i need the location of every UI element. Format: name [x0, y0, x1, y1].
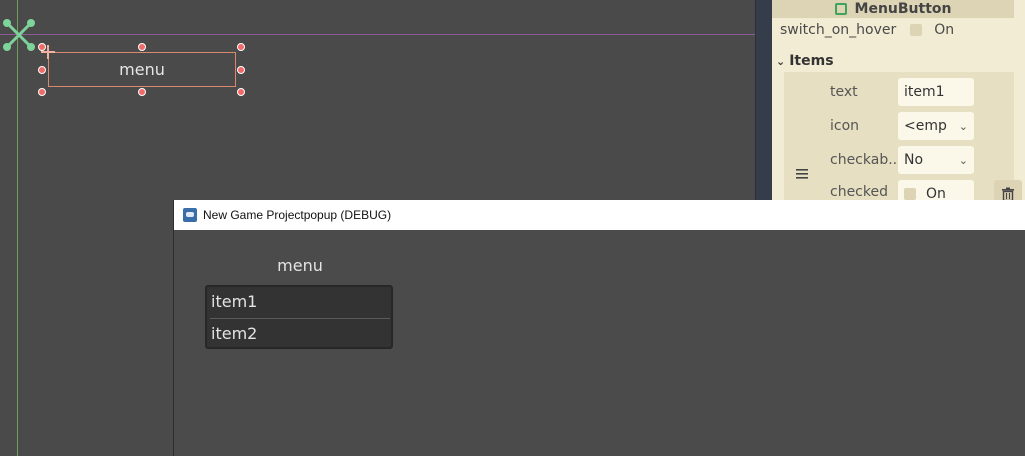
- item-checkable-label: checkab...: [830, 152, 902, 168]
- horizontal-axis-guide: [0, 34, 755, 35]
- property-switch-on-hover: switch_on_hover On: [780, 22, 954, 38]
- chevron-down-icon: ⌄: [958, 119, 968, 133]
- canvas-menu-button-label: menu: [119, 60, 165, 79]
- class-header: MenuButton: [772, 0, 1014, 18]
- resize-handle[interactable]: [138, 88, 146, 96]
- menu-button-class-icon: [834, 3, 847, 15]
- item-icon-field[interactable]: <emp ⌄: [898, 112, 974, 140]
- window-title: New Game Projectpopup (DEBUG): [203, 208, 392, 222]
- item-icon-label: icon: [830, 118, 860, 134]
- game-menu-button[interactable]: menu: [276, 256, 324, 275]
- item-checked-checkbox[interactable]: [904, 188, 916, 200]
- trash-icon: [1002, 187, 1014, 201]
- remove-item-button[interactable]: [994, 180, 1022, 201]
- item-checkable-value: No: [904, 152, 924, 168]
- debug-game-window: New Game Projectpopup (DEBUG) menu item1…: [173, 200, 1025, 456]
- vertical-axis-guide: [17, 0, 18, 456]
- inspector-content: MenuButton switch_on_hover On ⌄ Items te…: [772, 0, 1025, 201]
- items-section-header[interactable]: ⌄ Items: [772, 50, 1014, 72]
- checkbox-label: On: [934, 22, 955, 38]
- resize-handle[interactable]: [38, 88, 46, 96]
- checkbox-label: On: [926, 186, 946, 201]
- item-checkable-select[interactable]: No ⌄: [898, 146, 974, 174]
- resize-handle[interactable]: [138, 43, 146, 51]
- pivot-cross-icon: [41, 45, 55, 59]
- chevron-down-icon: ⌄: [776, 54, 786, 68]
- item-checked-label: checked: [830, 184, 888, 200]
- resize-handle[interactable]: [237, 43, 245, 51]
- popup-menu-item[interactable]: item1: [211, 287, 387, 315]
- godot-app-icon: [183, 208, 197, 222]
- resize-handle[interactable]: [237, 88, 245, 96]
- drag-handle-icon[interactable]: [796, 168, 808, 180]
- window-titlebar[interactable]: New Game Projectpopup (DEBUG): [174, 200, 1025, 230]
- popup-menu: item1 item2: [205, 285, 393, 349]
- inspector-panel: MenuButton switch_on_hover On ⌄ Items te…: [755, 0, 1025, 201]
- item-text-field[interactable]: item1: [898, 78, 974, 106]
- items-section-title: Items: [789, 53, 834, 69]
- origin-icon: [3, 19, 35, 51]
- class-name: MenuButton: [854, 1, 952, 17]
- chevron-down-icon: ⌄: [958, 153, 968, 167]
- resize-handle[interactable]: [38, 66, 46, 74]
- item-text-label: text: [830, 84, 858, 100]
- item-entry: text item1 icon <emp ⌄ checkab... No ⌄ c…: [784, 72, 1022, 201]
- popup-menu-item[interactable]: item2: [211, 319, 387, 347]
- property-label: switch_on_hover: [780, 22, 897, 38]
- switch-on-hover-checkbox[interactable]: [910, 24, 923, 36]
- item-text-value: item1: [904, 84, 945, 100]
- item-checked-field: On: [898, 180, 974, 201]
- resize-handle[interactable]: [237, 66, 245, 74]
- item-icon-value: <emp: [904, 118, 947, 134]
- canvas-menu-button[interactable]: menu: [48, 52, 236, 87]
